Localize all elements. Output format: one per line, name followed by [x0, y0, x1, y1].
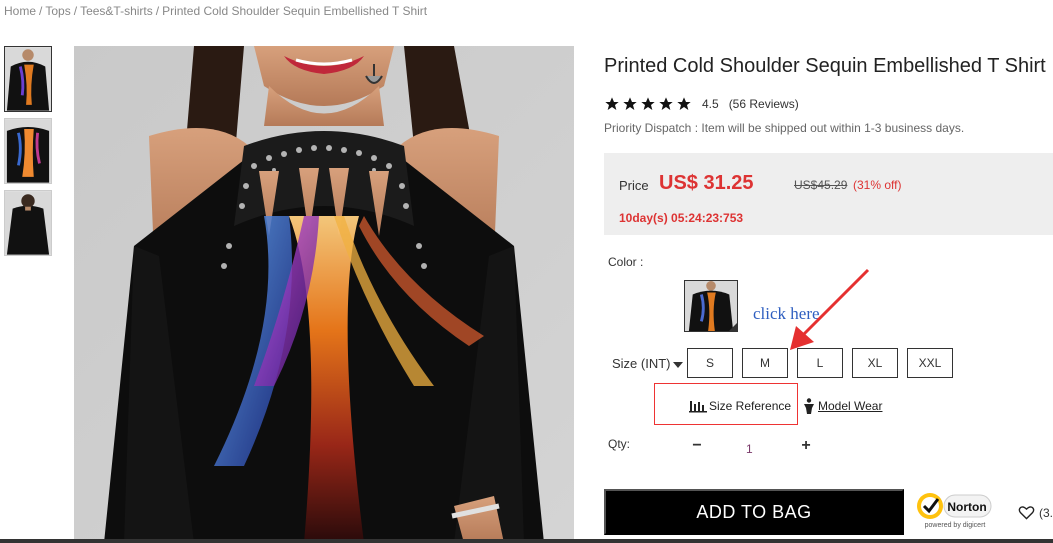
norton-logo: Norton powered by digicert: [917, 493, 992, 529]
thumbnail-image-back: [5, 191, 51, 255]
model-wear-label: Model Wear: [818, 399, 883, 413]
breadcrumb-tops[interactable]: Tops: [45, 4, 70, 18]
qty-increase-button[interactable]: +: [798, 437, 814, 455]
qty-input[interactable]: 1: [746, 442, 753, 456]
size-label[interactable]: Size (INT): [612, 356, 683, 371]
product-photo: [74, 46, 574, 543]
red-arrow-icon: [790, 268, 870, 350]
thumbnail-3[interactable]: [4, 190, 52, 256]
norton-badge[interactable]: Norton powered by digicert: [915, 489, 993, 531]
breadcrumb-separator: /: [155, 4, 160, 18]
size-reference-link[interactable]: Size Reference: [689, 399, 791, 413]
thumbnail-2[interactable]: [4, 118, 52, 184]
reviews-link[interactable]: (56 Reviews): [729, 97, 799, 111]
size-option-l[interactable]: L: [797, 348, 843, 378]
model-wear-link[interactable]: Model Wear: [803, 398, 882, 414]
add-to-bag-button[interactable]: ADD TO BAG: [604, 489, 904, 535]
color-swatch[interactable]: [684, 280, 738, 332]
size-label-text: Size (INT): [612, 356, 671, 371]
breadcrumb-separator: /: [73, 4, 78, 18]
sale-countdown: 10day(s) 05:24:23:753: [619, 211, 744, 225]
discount-percent: (31% off): [853, 178, 902, 192]
bottom-scrollbar[interactable]: [0, 539, 1053, 543]
star-icon: [641, 97, 655, 110]
breadcrumb: Home / Tops / Tees&T-shirts / Printed Cold Sho…: [4, 4, 427, 18]
person-icon: [804, 398, 814, 414]
caret-down-icon: [672, 361, 683, 368]
size-reference-label: Size Reference: [709, 399, 792, 413]
qty-decrease-button[interactable]: −: [690, 437, 704, 455]
size-option-xxl[interactable]: XXL: [907, 348, 953, 378]
color-label: Color :: [608, 255, 644, 269]
qty-label: Qty:: [608, 437, 631, 451]
thumbnail-list: [4, 46, 52, 262]
breadcrumb-home[interactable]: Home: [4, 4, 36, 18]
dispatch-info: Priority Dispatch : Item will be shipped…: [604, 121, 965, 135]
product-title: Printed Cold Shoulder Sequin Embellished…: [604, 55, 1046, 77]
price-box: Price US$ 31.25 US$45.29 (31% off) 10day…: [604, 153, 1053, 235]
rating-score: 4.5: [702, 97, 719, 111]
star-icon: [623, 97, 637, 110]
thumbnail-image-front: [5, 47, 51, 111]
wishlist-count: (3.: [1039, 505, 1053, 520]
thumbnail-image-detail: [5, 119, 51, 183]
selected-corner-icon: [729, 323, 737, 331]
bar-chart-icon: [689, 401, 707, 413]
heart-icon: [1018, 506, 1035, 520]
current-price: US$ 31.25: [659, 172, 754, 194]
size-option-s[interactable]: S: [687, 348, 733, 378]
star-icon: [659, 97, 673, 110]
breadcrumb-separator: /: [39, 4, 43, 18]
product-main-image[interactable]: [74, 46, 574, 543]
wishlist-button[interactable]: (3.: [1018, 505, 1053, 520]
price-label: Price: [619, 178, 649, 193]
breadcrumb-tees[interactable]: Tees&T-shirts: [80, 4, 153, 18]
original-price: US$45.29: [794, 178, 848, 192]
star-icon: [677, 97, 691, 110]
norton-name: Norton: [947, 500, 986, 514]
star-icon: [605, 97, 619, 110]
thumbnail-1[interactable]: [4, 46, 52, 112]
breadcrumb-current: Printed Cold Shoulder Sequin Embellished…: [162, 4, 428, 18]
rating-summary: 4.5 (56 Reviews): [604, 96, 799, 112]
rating-stars: [604, 96, 692, 112]
norton-sub: powered by digicert: [925, 522, 986, 529]
size-option-m[interactable]: M: [742, 348, 788, 378]
size-option-xl[interactable]: XL: [852, 348, 898, 378]
